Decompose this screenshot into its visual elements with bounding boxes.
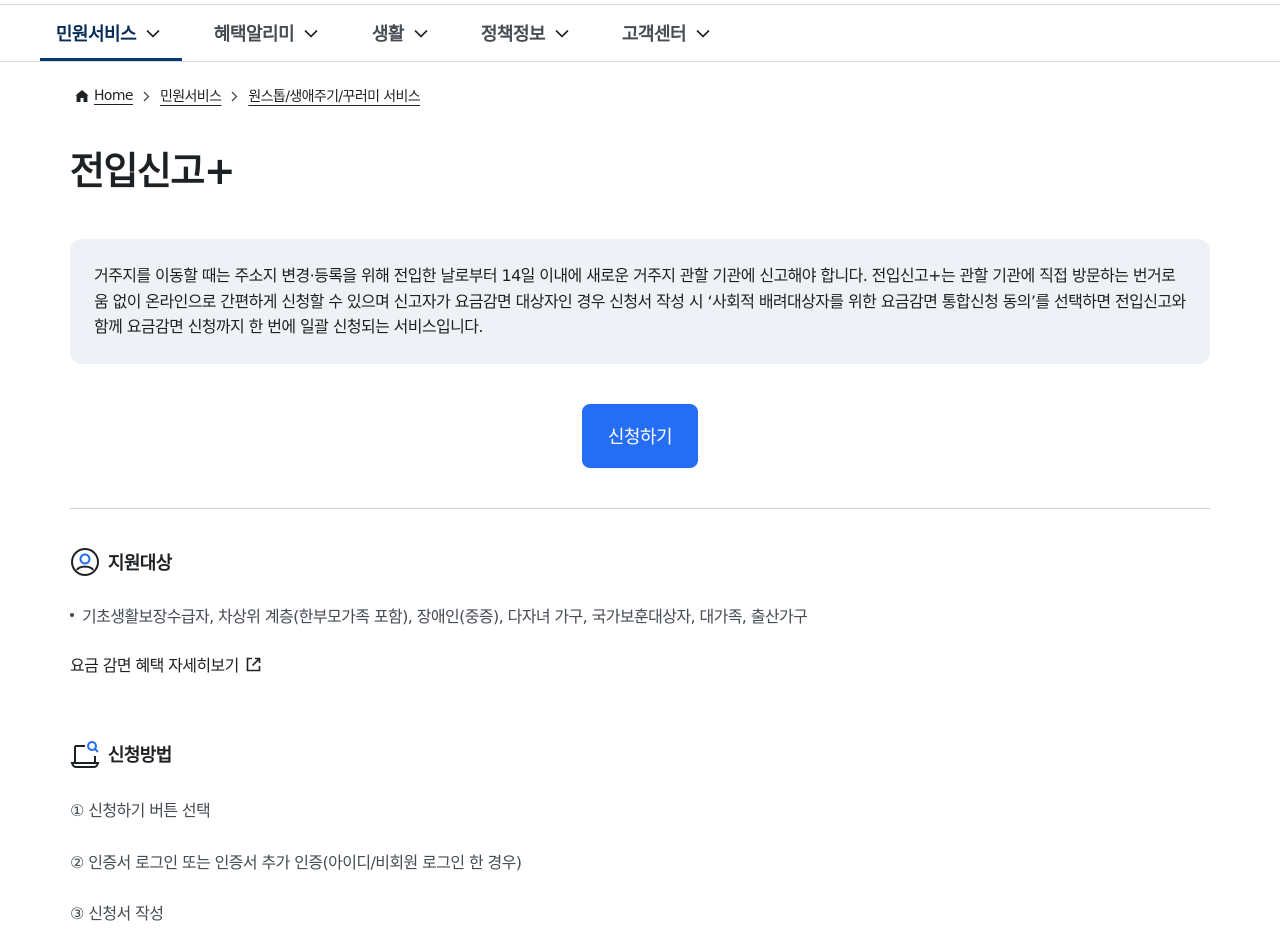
nav-item-label: 생활 (372, 24, 405, 45)
page-title: 전입신고+ (70, 149, 236, 193)
nav-active-indicator (40, 58, 182, 61)
external-link-icon (245, 656, 262, 673)
nav-item-label: 정책정보 (481, 24, 546, 45)
apply-step: ① 신청하기 버튼 선택 (70, 801, 211, 820)
apply-step: ② 인증서 로그인 또는 인증서 추가 인증(아이디/비회원 로그인 한 경우) (70, 853, 522, 872)
breadcrumb-home-link[interactable]: Home (94, 88, 134, 104)
section-divider (70, 508, 1210, 509)
chevron-down-icon (414, 29, 428, 38)
apply-button[interactable]: 신청하기 (582, 404, 698, 468)
nav-item-policy-info[interactable]: 정책정보 (481, 5, 569, 61)
breadcrumb-civil-services-link[interactable]: 민원서비스 (160, 86, 222, 106)
global-nav: 민원서비스 혜택알리미 생활 정책정보 고객센터 (0, 5, 1280, 62)
breadcrumb: Home 민원서비스 원스톱/생애주기/꾸러미 서비스 (74, 86, 421, 106)
laptop-search-icon (70, 739, 100, 769)
support-target-heading: 지원대상 (70, 546, 172, 578)
breadcrumb-onestop-link[interactable]: 원스톱/생애주기/꾸러미 서비스 (248, 86, 420, 106)
nav-item-civil-services[interactable]: 민원서비스 (56, 5, 160, 61)
apply-method-heading: 신청방법 (70, 738, 172, 770)
nav-item-label: 고객센터 (622, 24, 687, 45)
support-target-heading-text: 지원대상 (108, 553, 172, 574)
apply-method-heading-text: 신청방법 (108, 745, 172, 766)
apply-step: ③ 신청서 작성 (70, 904, 164, 923)
chevron-down-icon (146, 29, 160, 38)
support-target-text: 기초생활보장수급자, 차상위 계층(한부모가족 포함), 장애인(중증), 다자… (82, 607, 808, 626)
nav-item-label: 민원서비스 (56, 24, 137, 45)
chevron-right-icon (143, 91, 150, 102)
nav-item-label: 혜택알리미 (214, 24, 295, 45)
nav-item-life[interactable]: 생활 (372, 5, 428, 61)
benefit-detail-link[interactable]: 요금 감면 혜택 자세히보기 (70, 652, 262, 676)
intro-box: 거주지를 이동할 때는 주소지 변경·등록을 위해 전입한 날로부터 14일 이… (70, 239, 1210, 364)
bullet-dot (70, 613, 74, 617)
chevron-down-icon (304, 29, 318, 38)
home-icon (74, 89, 90, 103)
benefit-detail-link-label: 요금 감면 혜택 자세히보기 (70, 656, 239, 675)
chevron-right-icon (231, 91, 238, 102)
nav-item-benefit-alert[interactable]: 혜택알리미 (214, 5, 318, 61)
user-circle-icon (70, 547, 100, 577)
chevron-down-icon (555, 29, 569, 38)
list-item: 기초생활보장수급자, 차상위 계층(한부모가족 포함), 장애인(중증), 다자… (70, 603, 808, 627)
chevron-down-icon (696, 29, 710, 38)
nav-item-customer-center[interactable]: 고객센터 (622, 5, 710, 61)
